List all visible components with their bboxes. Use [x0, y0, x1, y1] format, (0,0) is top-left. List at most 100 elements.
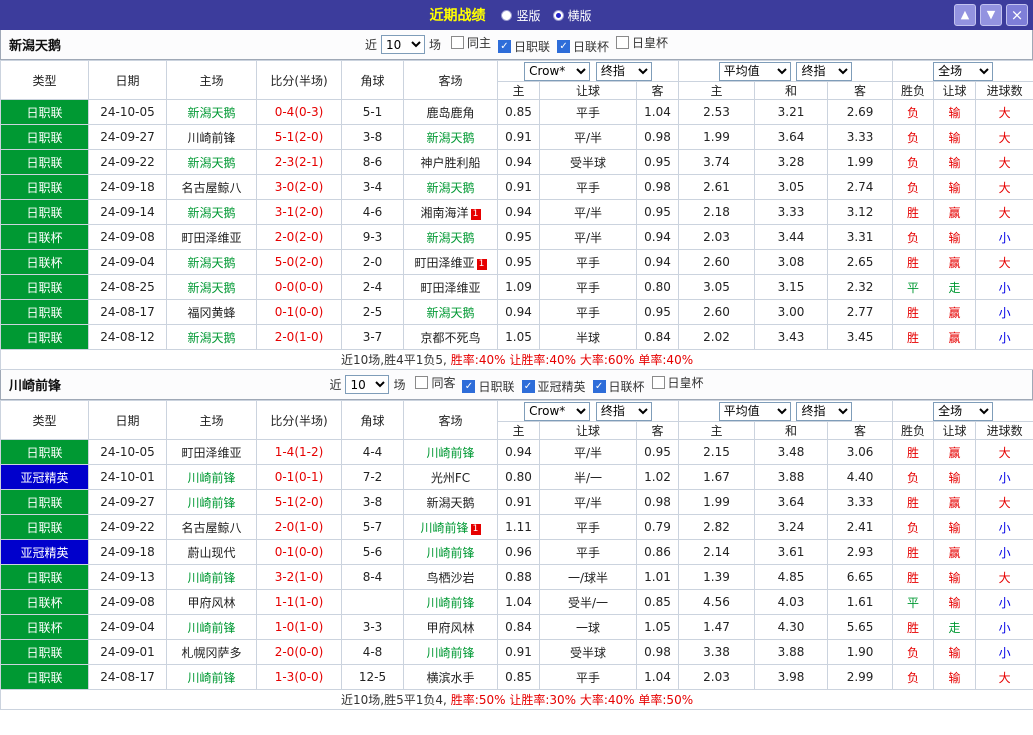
avg-home: 2.15 [678, 439, 756, 465]
filter-checkbox[interactable]: ✓ 日职联 [462, 378, 515, 395]
home-team[interactable]: 町田泽维亚 [166, 439, 257, 465]
checkbox-icon: ✓ [521, 380, 535, 393]
away-team[interactable]: 京都不死鸟 [403, 324, 498, 350]
away-team[interactable]: 新潟天鹅 [403, 489, 498, 515]
away-team[interactable]: 甲府风林 [403, 614, 498, 640]
col-header-odds-away: 客 [635, 421, 680, 440]
away-team[interactable]: 町田泽维亚 [403, 274, 498, 300]
away-team[interactable]: 川崎前锋 [403, 439, 498, 465]
close-button[interactable]: × [1006, 4, 1028, 26]
home-team-name: 新潟天鹅 [187, 280, 236, 295]
home-team[interactable]: 福冈黄蜂 [166, 299, 257, 325]
score: 0-1(0-1) [256, 464, 342, 490]
home-team[interactable]: 川崎前锋 [166, 464, 257, 490]
filter-checkbox[interactable]: 同主 [450, 34, 491, 51]
home-team[interactable]: 新潟天鹅 [166, 274, 257, 300]
average-odds-time-select[interactable]: 终指 [796, 61, 853, 81]
bookmaker-select[interactable]: Crow* [524, 401, 591, 421]
col-header-avg-away: 客 [827, 421, 894, 440]
score: 3-0(2-0) [256, 174, 342, 200]
filter-checkbox[interactable]: 日皇杯 [616, 34, 668, 51]
away-team[interactable]: 横滨水手 [403, 664, 498, 690]
match-scope-select[interactable]: 全场 [933, 401, 994, 421]
away-team[interactable]: 光州FC [403, 464, 498, 490]
away-team[interactable]: 川崎前锋 [403, 639, 498, 665]
away-team[interactable]: 川崎前锋 [403, 539, 498, 565]
result-handicap: 输 [933, 464, 977, 490]
home-team[interactable]: 名古屋鲸八 [166, 514, 257, 540]
away-team[interactable]: 新潟天鹅 [403, 174, 498, 200]
home-team[interactable]: 札幌冈萨多 [166, 639, 257, 665]
avg-home: 1.99 [678, 489, 756, 515]
move-down-button[interactable]: ▼ [980, 4, 1002, 26]
odds-home: 0.94 [497, 149, 540, 175]
away-team[interactable]: 湘南海洋 1 [403, 199, 498, 225]
match-date: 24-09-18 [88, 174, 167, 200]
bookmaker-odds-time-select[interactable]: 终指 [595, 61, 652, 81]
average-select[interactable]: 平均值 [718, 401, 791, 421]
average-odds-time-select[interactable]: 终指 [796, 401, 853, 421]
away-team[interactable]: 新潟天鹅 [403, 299, 498, 325]
home-team[interactable]: 新潟天鹅 [166, 149, 257, 175]
result-handicap: 赢 [933, 199, 977, 225]
col-header-odds-handicap: 让球 [539, 421, 637, 440]
odds-away: 1.04 [635, 99, 680, 125]
match-count-select[interactable]: 10 [380, 35, 425, 54]
away-team[interactable]: 川崎前锋 [403, 589, 498, 615]
away-team[interactable]: 新潟天鹅 [403, 224, 498, 250]
home-team[interactable]: 川崎前锋 [166, 489, 257, 515]
home-team[interactable]: 名古屋鲸八 [166, 174, 257, 200]
away-team[interactable]: 神户胜利船 [403, 149, 498, 175]
away-team[interactable]: 町田泽维亚 1 [403, 249, 498, 275]
odds-home: 0.88 [497, 564, 540, 590]
col-header-winloss: 胜负 [892, 81, 935, 100]
home-team[interactable]: 川崎前锋 [166, 564, 257, 590]
result-handicap: 走 [933, 274, 977, 300]
away-team[interactable]: 鸟栖沙岩 [403, 564, 498, 590]
match-row: 日职联 24-08-17 川崎前锋 1-3(0-0) 12-5 横滨水手 0.8… [0, 664, 1033, 690]
match-row: 日职联 24-08-25 新潟天鹅 0-0(0-0) 2-4 町田泽维亚 1.0… [0, 274, 1033, 300]
match-count-select[interactable]: 10 [345, 375, 390, 394]
view-option-vertical[interactable]: 竖版 [501, 7, 541, 24]
match-scope-select[interactable]: 全场 [933, 61, 994, 81]
filter-checkbox[interactable]: ✓ 日联杯 [592, 378, 645, 395]
filter-checkbox[interactable]: ✓ 日联杯 [557, 38, 609, 55]
filter-checkbox[interactable]: ✓ 亚冠精英 [521, 378, 586, 395]
filter-checkbox[interactable]: ✓ 日职联 [498, 38, 550, 55]
filter-checkbox[interactable]: 日皇杯 [651, 374, 704, 391]
away-team[interactable]: 鹿岛鹿角 [403, 99, 498, 125]
average-select[interactable]: 平均值 [718, 61, 791, 81]
score: 0-0(0-0) [256, 274, 342, 300]
home-team[interactable]: 蔚山现代 [166, 539, 257, 565]
away-team[interactable]: 新潟天鹅 [403, 124, 498, 150]
filter-checkbox[interactable]: 同客 [415, 374, 455, 391]
score: 2-0(1-0) [256, 514, 342, 540]
home-team-name: 町田泽维亚 [181, 230, 242, 245]
avg-draw: 4.85 [754, 564, 829, 590]
home-team[interactable]: 新潟天鹅 [166, 249, 257, 275]
avg-draw: 3.61 [754, 539, 829, 565]
home-team[interactable]: 新潟天鹅 [166, 324, 257, 350]
avg-home: 2.60 [678, 299, 756, 325]
match-date: 24-09-22 [88, 149, 167, 175]
bookmaker-select[interactable]: Crow* [524, 61, 591, 81]
home-team[interactable]: 新潟天鹅 [166, 199, 257, 225]
away-team[interactable]: 川崎前锋 1 [403, 514, 498, 540]
bookmaker-odds-time-select[interactable]: 终指 [595, 401, 652, 421]
home-team[interactable]: 新潟天鹅 [166, 99, 257, 125]
home-team[interactable]: 町田泽维亚 [166, 224, 257, 250]
home-team[interactable]: 川崎前锋 [166, 614, 257, 640]
match-row: 亚冠精英 24-09-18 蔚山现代 0-1(0-0) 5-6 川崎前锋 0.9… [0, 539, 1033, 565]
home-team[interactable]: 川崎前锋 [166, 124, 257, 150]
view-option-horizontal[interactable]: 横版 [552, 7, 592, 24]
score: 2-0(1-0) [256, 324, 342, 350]
match-date: 24-09-27 [88, 489, 167, 515]
home-team[interactable]: 川崎前锋 [166, 664, 257, 690]
result-handicap: 输 [933, 589, 977, 615]
league-badge: 亚冠精英 [0, 539, 89, 565]
odds-home: 0.91 [497, 174, 540, 200]
move-up-button[interactable]: ▲ [954, 4, 976, 26]
summary-record: 近10场,胜5平1负4, [340, 693, 447, 707]
home-team[interactable]: 甲府风林 [166, 589, 257, 615]
odds-handicap: 平手 [539, 274, 637, 300]
